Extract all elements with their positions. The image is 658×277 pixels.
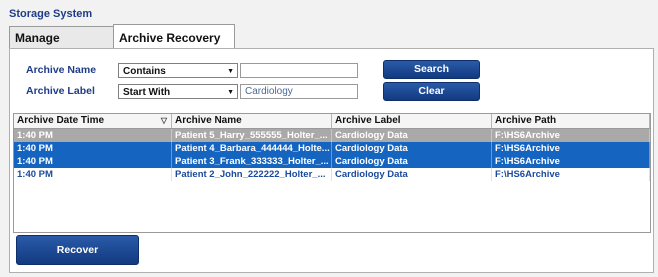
dropdown-arrow-icon: ▼ [227, 68, 234, 75]
cell-date: 1:40 PM [14, 155, 172, 168]
search-button[interactable]: Search [383, 60, 480, 79]
archive-label-mode-value: Start With [123, 87, 171, 98]
archive-label-mode-select[interactable]: Start With ▼ [118, 84, 238, 99]
cell-date: 1:40 PM [14, 129, 172, 142]
clear-button[interactable]: Clear [383, 82, 480, 101]
archive-name-mode-value: Contains [123, 66, 166, 77]
column-header-path[interactable]: Archive Path [492, 114, 650, 128]
archive-label-input[interactable]: Cardiology [240, 84, 358, 99]
cell-name: Patient 4_Barbara_444444_Holte... [172, 142, 332, 155]
table-row[interactable]: 1:40 PM Patient 4_Barbara_444444_Holte..… [14, 142, 650, 155]
archive-label-label: Archive Label [26, 85, 95, 97]
archive-name-input[interactable] [240, 63, 358, 78]
column-header-name[interactable]: Archive Name [172, 114, 332, 128]
cell-label: Cardiology Data [332, 129, 492, 142]
cell-name: Patient 2_John_222222_Holter_... [172, 168, 332, 181]
cell-name: Patient 3_Frank_333333_Holter_... [172, 155, 332, 168]
cell-path: F:\HS6Archive [492, 155, 650, 168]
column-header-label[interactable]: Archive Label [332, 114, 492, 128]
dropdown-arrow-icon: ▼ [227, 89, 234, 96]
cell-date: 1:40 PM [14, 168, 172, 181]
cell-label: Cardiology Data [332, 142, 492, 155]
cell-path: F:\HS6Archive [492, 142, 650, 155]
archive-table: Archive Date Time ▽ Archive Name Archive… [13, 113, 651, 233]
table-row[interactable]: 1:40 PM Patient 3_Frank_333333_Holter_..… [14, 155, 650, 168]
column-header-date[interactable]: Archive Date Time ▽ [14, 114, 172, 128]
cell-label: Cardiology Data [332, 155, 492, 168]
sort-descending-icon[interactable]: ▽ [161, 114, 167, 128]
cell-label: Cardiology Data [332, 168, 492, 181]
tab-manage-archives[interactable]: Manage Archives [9, 26, 119, 67]
table-row[interactable]: 1:40 PM Patient 2_John_222222_Holter_...… [14, 168, 650, 181]
cell-path: F:\HS6Archive [492, 129, 650, 142]
tab-archive-recovery[interactable]: Archive Recovery [113, 24, 235, 49]
recover-button[interactable]: Recover [16, 235, 139, 265]
storage-system-window: Storage System Manage Archives Archive R… [0, 0, 658, 277]
cell-date: 1:40 PM [14, 142, 172, 155]
column-header-date-label: Archive Date Time [17, 115, 105, 126]
window-title: Storage System [9, 8, 93, 20]
cell-path: F:\HS6Archive [492, 168, 650, 181]
archive-recovery-panel: Archive Name Contains ▼ Archive Label St… [9, 48, 654, 273]
table-header: Archive Date Time ▽ Archive Name Archive… [14, 114, 650, 129]
archive-name-label: Archive Name [26, 64, 97, 76]
cell-name: Patient 5_Harry_555555_Holter_... [172, 129, 332, 142]
table-row[interactable]: 1:40 PM Patient 5_Harry_555555_Holter_..… [14, 129, 650, 142]
archive-name-mode-select[interactable]: Contains ▼ [118, 63, 238, 78]
